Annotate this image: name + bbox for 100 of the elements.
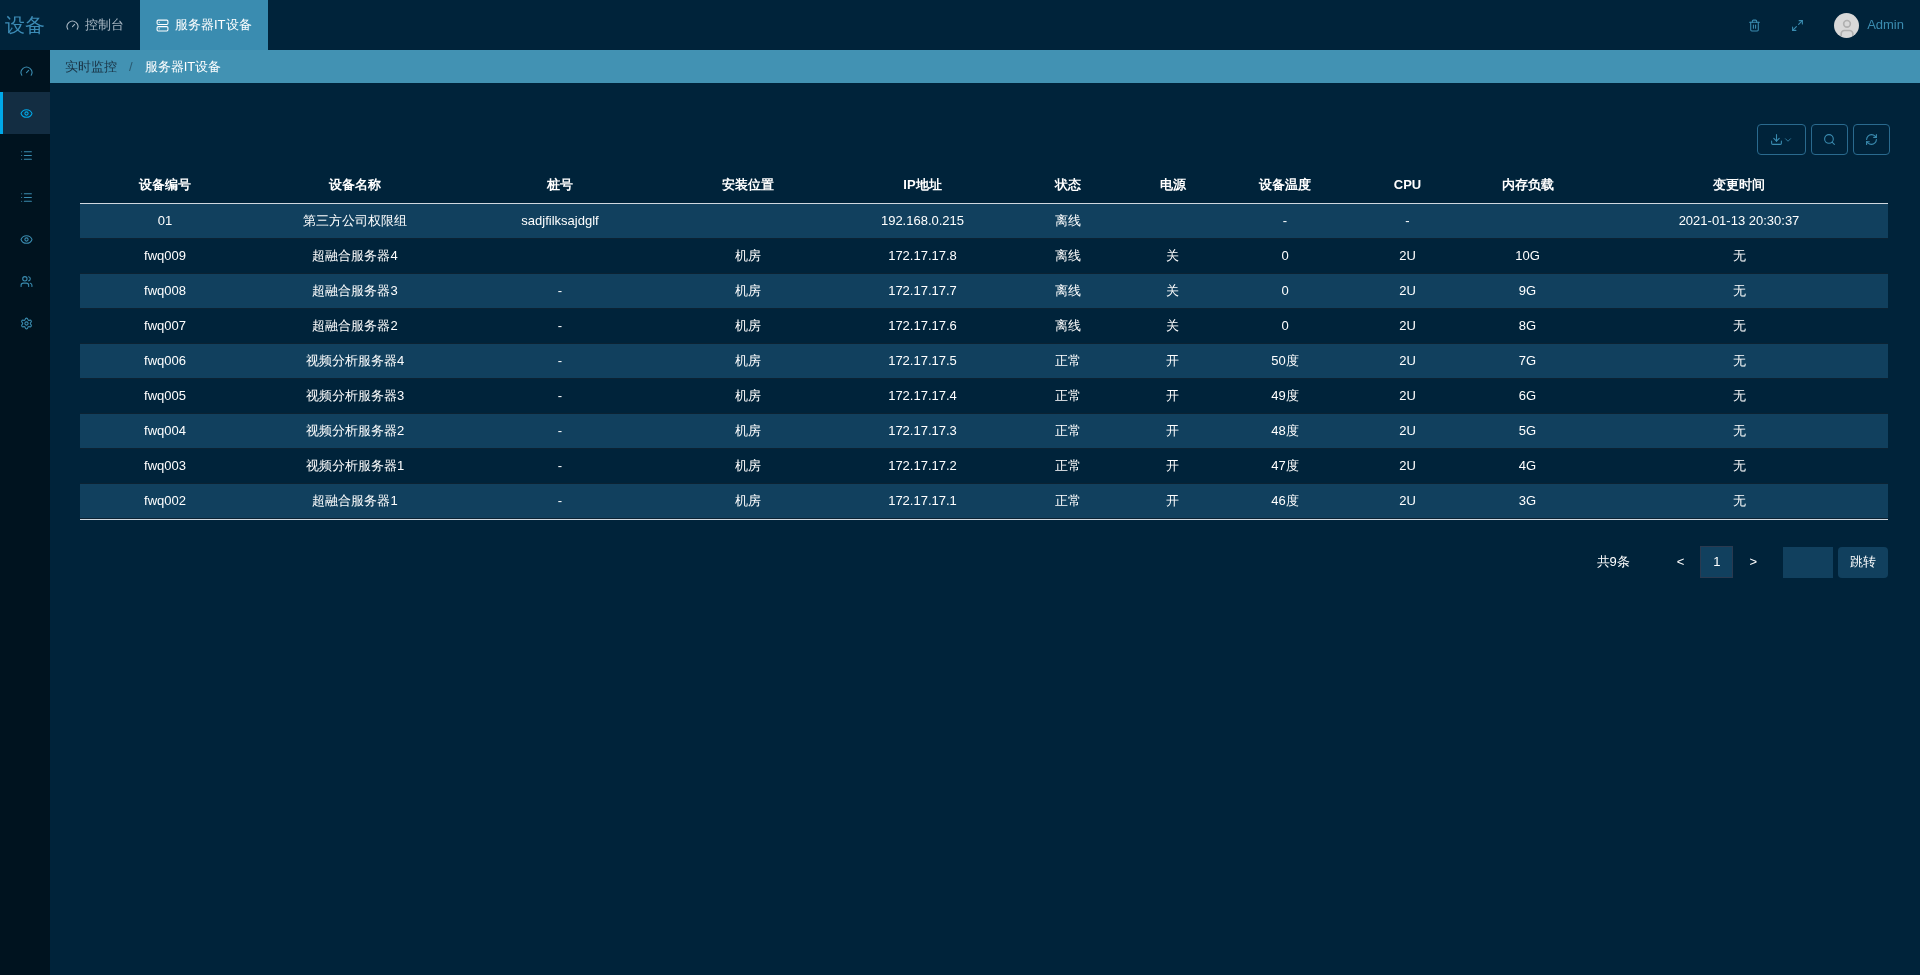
page-button[interactable]: 1 — [1700, 546, 1734, 578]
table-cell-text: 0 — [1280, 317, 1290, 336]
jump-button[interactable]: 跳转 — [1838, 546, 1888, 578]
table-cell-text: 机房 — [733, 492, 762, 511]
table-cell-text: 7G — [1517, 352, 1538, 371]
next-page-button[interactable]: > — [1737, 552, 1769, 572]
table-cell-text: 9G — [1517, 282, 1538, 301]
table-row[interactable]: fwq008 超融合服务器3 - 机房 172.17.17.7 离线 关 0 2U 9G 无 — [80, 274, 1888, 309]
table-cell-text: 48度 — [1270, 422, 1300, 441]
column-header: IP地址 — [902, 175, 943, 194]
table-cell-text: fwq007 — [143, 317, 187, 336]
table-cell-text: 172.17.17.3 — [887, 422, 958, 441]
list-icon — [20, 190, 33, 204]
table-row[interactable]: 01 第三方公司权限组 sadjfilksajdglf 192.168.0.215 离线 - - 2021-01-13 20:30:37 — [80, 204, 1888, 239]
table-cell-text: 46度 — [1270, 492, 1300, 511]
fullscreen-icon[interactable] — [1791, 18, 1805, 32]
table-cell-text: 机房 — [733, 247, 762, 266]
table-cell-text: 开 — [1165, 387, 1180, 406]
table-cell-text: 无 — [1731, 387, 1747, 406]
table-cell-text: 2U — [1398, 317, 1417, 336]
table-cell-text: 172.17.17.8 — [887, 247, 958, 266]
table-cell-text: 关 — [1165, 282, 1180, 301]
server-icon — [156, 18, 169, 32]
user-name[interactable]: Admin — [1867, 15, 1904, 35]
table-cell-text: 172.17.17.5 — [887, 352, 958, 371]
table-cell-text: 6G — [1517, 387, 1538, 406]
table-cell-text: 192.168.0.215 — [879, 212, 966, 231]
table-cell-text: 2U — [1398, 352, 1417, 371]
gauge-icon — [66, 18, 79, 32]
table-cell-text: 机房 — [733, 352, 762, 371]
gauge-icon — [20, 64, 33, 78]
table-cell-text: - — [556, 317, 564, 336]
table-cell-text: 关 — [1165, 317, 1180, 336]
column-header: 桩号 — [546, 175, 574, 194]
search-button[interactable] — [1811, 124, 1848, 155]
gear-icon — [20, 316, 33, 330]
table-cell-text: - — [556, 387, 564, 406]
table-cell-text: 视频分析服务器4 — [304, 352, 406, 371]
search-icon — [1823, 133, 1836, 146]
sidebar-item[interactable] — [0, 92, 50, 134]
table-cell-text: 第三方公司权限组 — [302, 212, 408, 231]
table-cell-text: 2U — [1398, 457, 1417, 476]
table-row[interactable]: fwq002 超融合服务器1 - 机房 172.17.17.1 正常 开 46度 2U 3G 无 — [80, 484, 1888, 519]
table-cell-text: 2U — [1398, 282, 1417, 301]
table-cell-text: 8G — [1517, 317, 1538, 336]
table-cell-text: 视频分析服务器2 — [304, 422, 406, 441]
table-cell-text: fwq002 — [143, 492, 187, 511]
column-header: 变更时间 — [1712, 175, 1766, 194]
table-cell-text: 超融合服务器1 — [311, 492, 399, 511]
table-row[interactable]: fwq004 视频分析服务器2 - 机房 172.17.17.3 正常 开 48度 2U 5G 无 — [80, 414, 1888, 449]
nav-tab[interactable]: 服务器IT设备 — [140, 0, 268, 50]
table-cell-text: 正常 — [1053, 492, 1082, 511]
table-row[interactable]: fwq006 视频分析服务器4 - 机房 172.17.17.5 正常 开 50度 2U 7G 无 — [80, 344, 1888, 379]
app-logo: 设备 — [4, 13, 46, 38]
nav-tab[interactable]: 控制台 — [50, 0, 140, 50]
table-cell-text: - — [556, 282, 564, 301]
table-cell-text: 超融合服务器3 — [311, 282, 399, 301]
column-header: 设备温度 — [1258, 175, 1312, 194]
table-cell-text: 无 — [1731, 317, 1747, 336]
table-cell-text: - — [1404, 212, 1411, 231]
table-cell-text: 视频分析服务器1 — [304, 457, 406, 476]
table-cell-text: 5G — [1517, 422, 1538, 441]
table-cell-text: - — [556, 492, 564, 511]
table-cell-text: fwq006 — [143, 352, 187, 371]
avatar[interactable] — [1834, 12, 1860, 38]
column-header: 电源 — [1158, 175, 1187, 194]
table-cell-text: 2U — [1398, 387, 1417, 406]
column-header: 内存负载 — [1500, 175, 1555, 194]
table-cell-text: 关 — [1165, 247, 1180, 266]
table-cell-text: sadjfilksajdglf — [520, 212, 600, 231]
table-cell-text: 开 — [1165, 352, 1180, 371]
list-icon — [20, 148, 33, 162]
breadcrumb-item[interactable]: 实时监控 — [65, 56, 117, 77]
table-cell-text: 172.17.17.2 — [887, 457, 958, 476]
trash-icon[interactable] — [1748, 18, 1762, 32]
table-cell-text: 机房 — [733, 422, 762, 441]
table-cell-text: fwq009 — [143, 247, 187, 266]
table-cell-text: 4G — [1517, 457, 1538, 476]
table-cell-text: 50度 — [1270, 352, 1300, 371]
table-cell-text: 正常 — [1053, 387, 1082, 406]
table-cell-text: 172.17.17.6 — [887, 317, 958, 336]
breadcrumb-separator: / — [129, 57, 133, 76]
table-cell-text: 离线 — [1053, 282, 1082, 301]
breadcrumb-item: 服务器IT设备 — [144, 57, 222, 76]
export-icon — [1770, 133, 1783, 146]
refresh-button[interactable] — [1853, 124, 1890, 155]
table-cell-text: 无 — [1731, 492, 1747, 511]
table-cell-text: 正常 — [1053, 457, 1082, 476]
total-count: 共9条 — [1596, 553, 1630, 572]
table-cell-text: 10G — [1514, 247, 1541, 266]
table-cell-text: fwq005 — [143, 387, 187, 406]
table-cell-text: 无 — [1731, 422, 1747, 441]
table-cell-text: 01 — [156, 212, 174, 231]
table-cell-text: fwq008 — [143, 282, 187, 301]
page-input[interactable] — [1783, 546, 1833, 578]
table-cell-text: 172.17.17.7 — [887, 282, 958, 301]
export-button[interactable] — [1757, 124, 1806, 155]
prev-page-button[interactable]: < — [1664, 552, 1697, 572]
column-header: 设备名称 — [328, 175, 382, 194]
table-cell-text: - — [556, 422, 564, 441]
